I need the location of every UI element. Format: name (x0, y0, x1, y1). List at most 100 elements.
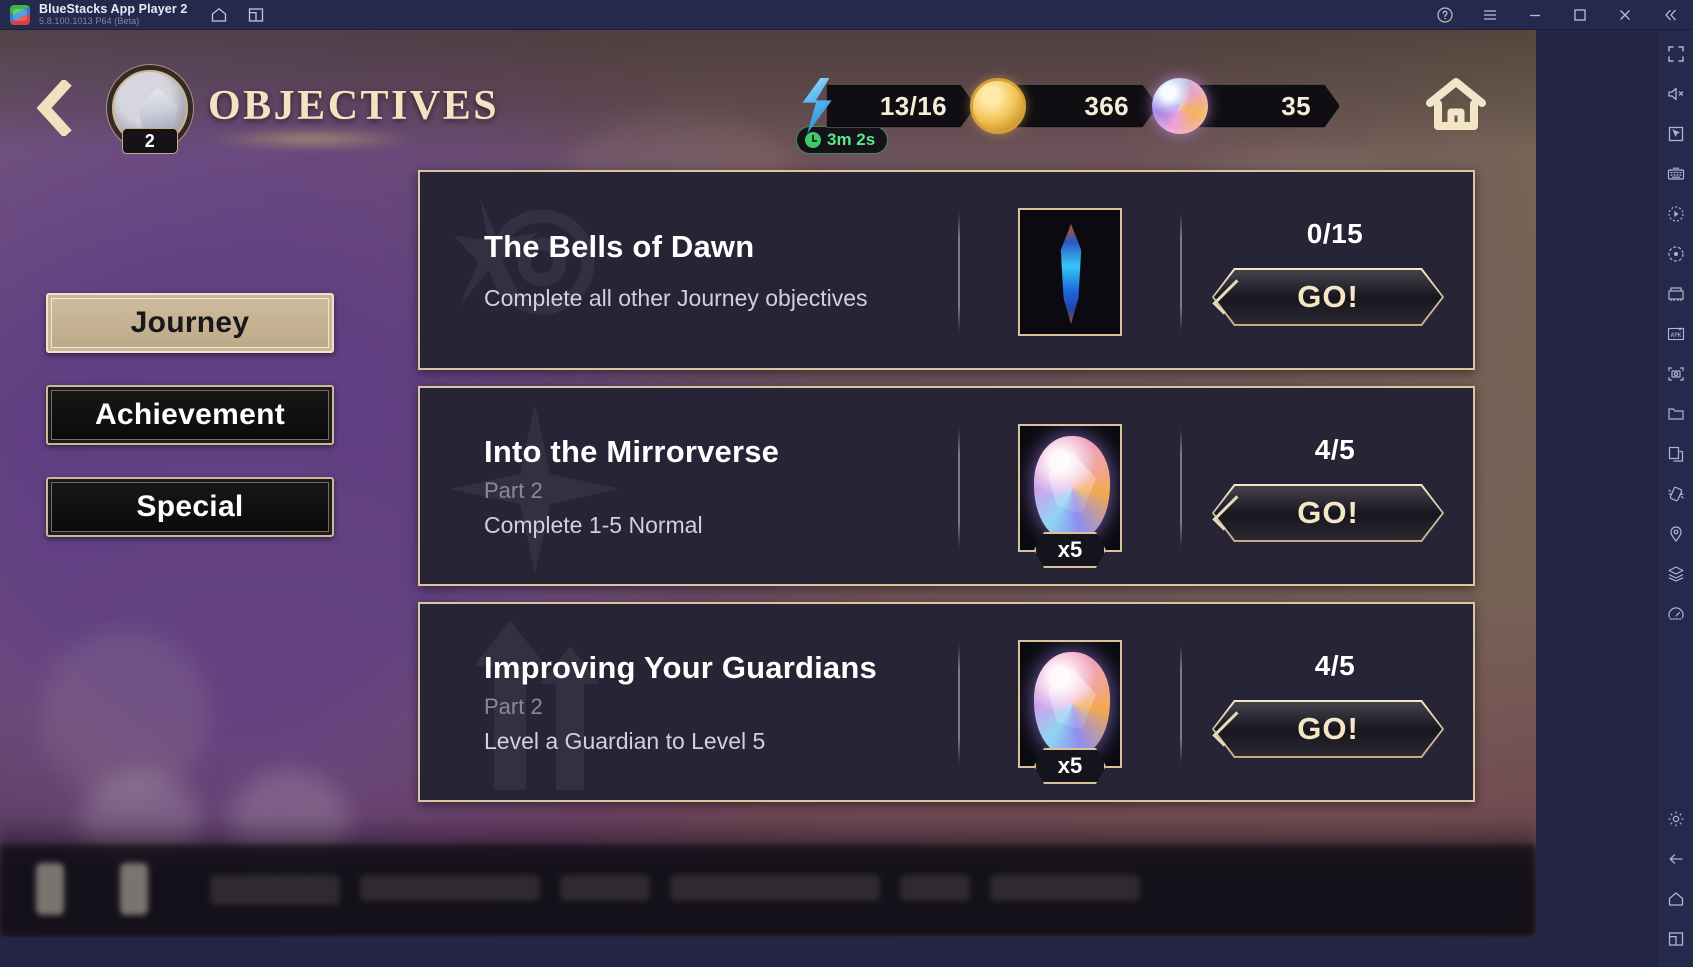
layers-icon[interactable] (1664, 562, 1688, 586)
objective-text-group: Into the Mirrorverse Part 2 Complete 1-5… (484, 388, 779, 584)
macro-record-icon[interactable] (1664, 202, 1688, 226)
multi-instance-icon[interactable] (246, 5, 265, 24)
sidebar-item-special[interactable]: Special (46, 477, 334, 537)
card-divider-left (958, 428, 960, 548)
objective-card[interactable]: The Bells of Dawn Complete all other Jou… (418, 170, 1475, 370)
objective-title: The Bells of Dawn (484, 228, 755, 264)
performance-icon[interactable] (1664, 602, 1688, 626)
resource-energy[interactable]: 13/16 3m 2s (788, 78, 976, 154)
tab-achievement-label: Achievement (94, 398, 286, 431)
go-button-label: GO! (1297, 279, 1359, 314)
multi-instance-sync-icon[interactable] (1664, 282, 1688, 306)
energy-refill-timer: 3m 2s (796, 126, 889, 154)
rotate-icon[interactable] (1664, 242, 1688, 266)
resource-bar: 13/16 3m 2s 366 35 (794, 78, 1340, 154)
go-button-label: GO! (1297, 711, 1359, 746)
game-viewport: 2 OBJECTIVES 13/16 3m 2s 366 35 Journey … (0, 30, 1536, 937)
titlebar-window-controls (1435, 5, 1693, 24)
bluestacks-titlebar: BlueStacks App Player 2 5.8.100.1013 P64… (0, 0, 1693, 30)
objective-progress: 4/5 (1314, 650, 1356, 681)
objective-card[interactable]: Into the Mirrorverse Part 2 Complete 1-5… (418, 386, 1475, 586)
collapse-sidebar-icon[interactable] (1660, 5, 1679, 24)
recents-icon[interactable] (1664, 927, 1688, 951)
energy-plate: 13/16 (826, 84, 976, 128)
card-divider-right (1180, 428, 1182, 548)
back-arrow-icon[interactable] (1664, 847, 1688, 871)
tab-journey-label: Journey (130, 306, 250, 339)
objective-text-group: Improving Your Guardians Part 2 Level a … (484, 604, 877, 800)
mute-icon[interactable] (1664, 82, 1688, 106)
objective-reward[interactable] (1018, 208, 1122, 336)
objective-part: Part 2 (484, 693, 543, 719)
objective-card[interactable]: Improving Your Guardians Part 2 Level a … (418, 602, 1475, 802)
reward-quantity: x5 (1034, 532, 1106, 568)
media-folder-icon[interactable] (1664, 402, 1688, 426)
objective-progress: 0/15 (1306, 218, 1364, 249)
go-button[interactable]: GO! (1212, 484, 1444, 542)
back-button[interactable] (28, 78, 80, 138)
reward-frame (1018, 208, 1122, 336)
window-title-group: BlueStacks App Player 2 5.8.100.1013 P64… (39, 1, 188, 27)
clock-icon (805, 132, 821, 148)
card-divider-right (1180, 644, 1182, 764)
mirror-gem-icon (1034, 652, 1110, 756)
cursor-icon[interactable] (1664, 122, 1688, 146)
objective-reward[interactable]: x5 (1018, 424, 1122, 568)
reward-quantity: x5 (1034, 748, 1106, 784)
minimize-icon[interactable] (1525, 5, 1544, 24)
keyboard-controls-icon[interactable] (1664, 162, 1688, 186)
window-version: 5.8.100.1013 P64 (Beta) (39, 15, 140, 26)
objective-title: Into the Mirrorverse (484, 433, 780, 469)
resource-gem[interactable]: 35 (1152, 78, 1340, 134)
card-divider-left (958, 212, 960, 332)
home-icon[interactable] (209, 5, 228, 24)
install-apk-icon[interactable]: APK (1664, 322, 1688, 346)
gold-plate: 366 (1008, 84, 1158, 128)
maximize-icon[interactable] (1570, 5, 1589, 24)
objective-description: Level a Guardian to Level 5 (484, 727, 766, 754)
fullscreen-icon[interactable] (1664, 42, 1688, 66)
go-button[interactable]: GO! (1212, 268, 1444, 326)
energy-value: 13/16 (879, 90, 947, 121)
card-divider-right (1180, 212, 1182, 332)
go-button[interactable]: GO! (1212, 700, 1444, 758)
level-number: 2 (122, 128, 178, 154)
bluestacks-logo-icon (10, 4, 30, 25)
objective-description: Complete 1-5 Normal (484, 511, 703, 538)
copy-icon[interactable] (1664, 442, 1688, 466)
page-title: OBJECTIVES (208, 83, 500, 129)
coin-icon (970, 78, 1026, 134)
settings-gear-icon[interactable] (1664, 807, 1688, 831)
card-divider-left (958, 644, 960, 764)
tab-special-inner: Special (51, 482, 329, 532)
blurred-bottom-bar (0, 845, 1536, 937)
gem-plate: 35 (1190, 84, 1340, 128)
tab-achievement-inner: Achievement (51, 390, 329, 440)
titlebar-left-icons (209, 5, 265, 24)
window-title: BlueStacks App Player 2 (39, 1, 188, 16)
resource-gold[interactable]: 366 (970, 78, 1158, 134)
page-title-glow (208, 128, 416, 150)
home-button[interactable] (1424, 76, 1488, 136)
player-level-badge[interactable]: 2 (106, 68, 192, 158)
hamburger-menu-icon[interactable] (1480, 5, 1499, 24)
svg-text:APK: APK (1670, 332, 1681, 339)
objective-category-tabs: Journey Achievement Special (46, 293, 334, 569)
sidebar-item-journey[interactable]: Journey (46, 293, 334, 353)
objective-description: Complete all other Journey objectives (484, 284, 868, 311)
tab-journey-inner: Journey (51, 298, 329, 348)
objective-part: Part 2 (484, 477, 543, 503)
objective-title: Improving Your Guardians (484, 649, 877, 685)
energy-timer-text: 3m 2s (827, 130, 876, 149)
location-icon[interactable] (1664, 522, 1688, 546)
game-header: 2 OBJECTIVES 13/16 3m 2s 366 35 (0, 30, 1536, 154)
shake-icon[interactable] (1664, 482, 1688, 506)
sidebar-item-achievement[interactable]: Achievement (46, 385, 334, 445)
close-icon[interactable] (1615, 5, 1634, 24)
home-icon[interactable] (1664, 887, 1688, 911)
screenshot-icon[interactable] (1664, 362, 1688, 386)
objective-reward[interactable]: x5 (1018, 640, 1122, 784)
tab-special-label: Special (136, 490, 244, 523)
help-icon[interactable] (1435, 5, 1454, 24)
crystal-shard-icon (1060, 224, 1082, 324)
